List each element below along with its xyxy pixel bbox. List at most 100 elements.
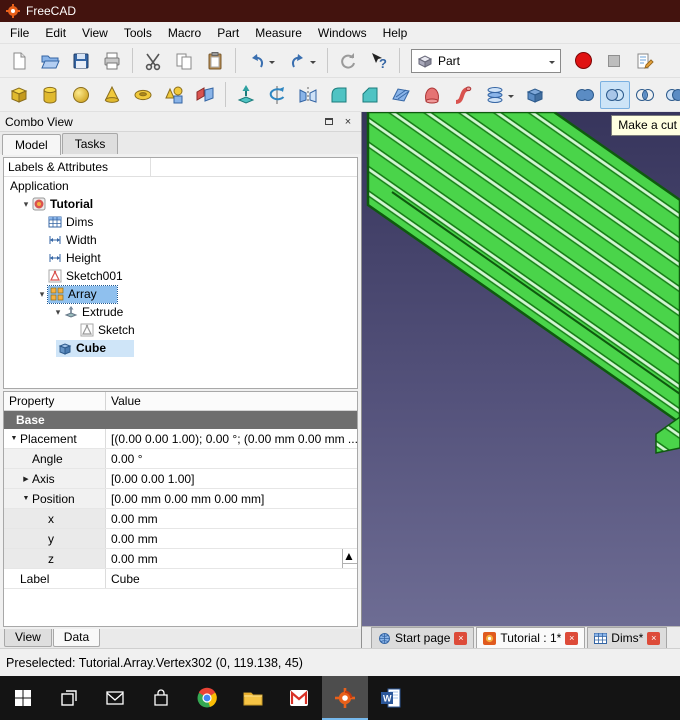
tree-item-height[interactable]: Height bbox=[4, 249, 357, 267]
taskbar-freecad-button[interactable] bbox=[322, 676, 368, 720]
float-panel-button[interactable] bbox=[321, 115, 337, 129]
redo-button[interactable] bbox=[282, 47, 322, 75]
new-document-button[interactable] bbox=[4, 47, 34, 75]
menu-item-edit[interactable]: Edit bbox=[37, 23, 74, 43]
undo-button[interactable] bbox=[241, 47, 281, 75]
extrude-button[interactable] bbox=[231, 81, 261, 109]
tree-item-cube[interactable]: Cube bbox=[4, 339, 357, 357]
mdi-tab-dims[interactable]: Dims* × bbox=[587, 627, 668, 648]
mdi-tab-tutorial[interactable]: Tutorial : 1* × bbox=[476, 627, 586, 648]
loft-button[interactable] bbox=[417, 81, 447, 109]
compound-button[interactable] bbox=[520, 81, 550, 109]
shape-builder-button[interactable] bbox=[190, 81, 220, 109]
tree-item-width[interactable]: Width bbox=[4, 231, 357, 249]
tree-item-application[interactable]: Application bbox=[4, 177, 357, 195]
close-tab-icon[interactable]: × bbox=[565, 631, 579, 645]
expander-icon[interactable]: ▼ bbox=[8, 435, 20, 442]
expander-icon[interactable]: ▼ bbox=[20, 495, 32, 502]
print-button[interactable] bbox=[97, 47, 127, 75]
tree-item-extrude[interactable]: ▾ Extrude bbox=[4, 303, 357, 321]
taskbar-store-button[interactable] bbox=[138, 676, 184, 720]
expander-icon[interactable]: ▾ bbox=[52, 307, 64, 318]
taskbar-word-button[interactable]: W bbox=[368, 676, 414, 720]
axis-value[interactable]: [0.00 0.00 1.00] bbox=[106, 469, 357, 488]
fillet-button[interactable] bbox=[324, 81, 354, 109]
expander-icon[interactable]: ▶ bbox=[20, 475, 32, 483]
boolean-union-button[interactable] bbox=[570, 81, 600, 109]
open-document-button[interactable] bbox=[35, 47, 65, 75]
mdi-tab-start-page[interactable]: Start page × bbox=[371, 627, 475, 648]
tab-view[interactable]: View bbox=[4, 629, 52, 647]
ruled-surface-button[interactable] bbox=[386, 81, 416, 109]
menu-item-macro[interactable]: Macro bbox=[160, 23, 209, 43]
workbench-selector[interactable]: Part bbox=[411, 48, 561, 73]
tree-item-tutorial[interactable]: ▾ Tutorial bbox=[4, 195, 357, 213]
property-group-base[interactable]: Base bbox=[4, 411, 357, 429]
tree-item-dims[interactable]: Dims bbox=[4, 213, 357, 231]
tree-item-sketch001[interactable]: Sketch001 bbox=[4, 267, 357, 285]
part-primitives-button[interactable] bbox=[159, 81, 189, 109]
sweep-button[interactable] bbox=[448, 81, 478, 109]
expander-icon[interactable]: ▾ bbox=[20, 199, 32, 210]
striped-panel[interactable] bbox=[366, 112, 680, 425]
position-value[interactable]: [0.00 mm 0.00 mm 0.00 mm] bbox=[106, 489, 357, 508]
angle-value[interactable]: 0.00 ° bbox=[106, 449, 357, 468]
undo-dropdown-icon[interactable] bbox=[269, 60, 275, 67]
striped-panel-fragment[interactable] bbox=[655, 416, 680, 454]
y-value[interactable]: 0.00 mm bbox=[106, 529, 357, 548]
menu-item-view[interactable]: View bbox=[74, 23, 116, 43]
tab-model[interactable]: Model bbox=[2, 134, 61, 155]
menu-item-tools[interactable]: Tools bbox=[116, 23, 160, 43]
spin-down-icon[interactable]: ▼ bbox=[343, 564, 357, 568]
placement-value[interactable]: [(0.00 0.00 1.00); 0.00 °; (0.00 mm 0.00… bbox=[106, 429, 357, 448]
mirror-button[interactable] bbox=[293, 81, 323, 109]
refresh-button[interactable] bbox=[333, 47, 363, 75]
start-button[interactable] bbox=[0, 676, 46, 720]
part-sphere-button[interactable] bbox=[66, 81, 96, 109]
redo-dropdown-icon[interactable] bbox=[310, 60, 316, 67]
part-cone-button[interactable] bbox=[97, 81, 127, 109]
z-spinner[interactable]: ▲ ▼ bbox=[342, 549, 357, 568]
part-box-button[interactable] bbox=[4, 81, 34, 109]
whats-this-button[interactable]: ? bbox=[364, 47, 394, 75]
macro-record-button[interactable] bbox=[568, 47, 598, 75]
taskbar-gmail-button[interactable] bbox=[276, 676, 322, 720]
close-tab-icon[interactable]: × bbox=[454, 631, 468, 645]
save-button[interactable] bbox=[66, 47, 96, 75]
part-torus-button[interactable] bbox=[128, 81, 158, 109]
boolean-cut-button[interactable] bbox=[600, 80, 630, 109]
taskbar-chrome-button[interactable] bbox=[184, 676, 230, 720]
tree-item-array[interactable]: ▾ Array bbox=[4, 284, 357, 304]
taskbar-mail-button[interactable] bbox=[92, 676, 138, 720]
task-view-button[interactable] bbox=[46, 676, 92, 720]
3d-viewport[interactable]: Make a cut Start page × Tutorial : 1* × … bbox=[362, 112, 680, 648]
cross-sections-dropdown-icon[interactable] bbox=[508, 94, 514, 101]
tab-data[interactable]: Data bbox=[52, 629, 101, 647]
tab-tasks[interactable]: Tasks bbox=[61, 133, 119, 154]
menu-item-file[interactable]: File bbox=[2, 23, 37, 43]
chamfer-button[interactable] bbox=[355, 81, 385, 109]
paste-button[interactable] bbox=[200, 47, 230, 75]
label-value[interactable]: Cube bbox=[106, 569, 357, 588]
close-panel-button[interactable]: × bbox=[340, 115, 356, 129]
menu-item-part[interactable]: Part bbox=[209, 23, 247, 43]
menu-item-windows[interactable]: Windows bbox=[310, 23, 375, 43]
z-value[interactable]: 0.00 mm ▲ ▼ bbox=[106, 549, 357, 568]
boolean-operation-button[interactable] bbox=[660, 81, 680, 109]
expander-icon[interactable]: ▾ bbox=[36, 289, 48, 300]
cross-sections-button[interactable] bbox=[479, 81, 519, 109]
workbench-dropdown-icon[interactable] bbox=[549, 60, 555, 67]
macro-edit-button[interactable] bbox=[630, 47, 660, 75]
menu-item-measure[interactable]: Measure bbox=[247, 23, 310, 43]
macro-stop-button[interactable] bbox=[599, 47, 629, 75]
tree-item-sketch[interactable]: Sketch bbox=[4, 321, 357, 339]
part-cylinder-button[interactable] bbox=[35, 81, 65, 109]
menu-item-help[interactable]: Help bbox=[375, 23, 416, 43]
close-tab-icon[interactable]: × bbox=[647, 631, 661, 645]
x-value[interactable]: 0.00 mm bbox=[106, 509, 357, 528]
cut-button[interactable] bbox=[138, 47, 168, 75]
spin-up-icon[interactable]: ▲ bbox=[343, 549, 357, 564]
taskbar-file-explorer-button[interactable] bbox=[230, 676, 276, 720]
revolve-button[interactable] bbox=[262, 81, 292, 109]
boolean-common-button[interactable] bbox=[630, 81, 660, 109]
